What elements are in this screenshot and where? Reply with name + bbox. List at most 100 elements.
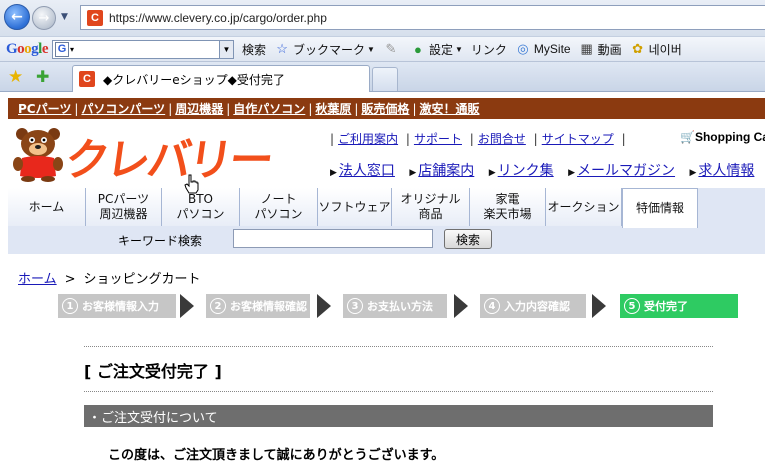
- main-nav-tabs: ホーム PCパーツ 周辺機器 BTO パソコン ノート パソコン ソフトウェア オリジ…: [8, 188, 698, 228]
- naver-icon: ✿: [632, 41, 644, 56]
- history-dropdown-icon[interactable]: ▼: [61, 12, 68, 22]
- tab-pc-parts[interactable]: PCパーツ 周辺機器: [86, 188, 162, 226]
- settings-menu[interactable]: ● 設定 ▼: [410, 41, 463, 58]
- triangle-right-icon: ▶: [488, 168, 496, 178]
- google-g-icon[interactable]: G: [55, 41, 70, 57]
- top-nav-akihabara[interactable]: 秋葉原: [315, 100, 351, 117]
- triangle-right-icon: ▶: [689, 168, 697, 178]
- step-4: 4 入力内容確認: [480, 294, 586, 318]
- url-text[interactable]: https://www.clevery.co.jp/cargo/order.ph…: [109, 11, 327, 25]
- tab-notebook-pc[interactable]: ノート パソコン: [240, 188, 318, 226]
- tab-original[interactable]: オリジナル 商品: [392, 188, 470, 226]
- info-links: ▶ 法人窓口 ▶ 店舗案内 ▶ リンク集 ▶ メールマガジン ▶ 求人情報: [330, 160, 764, 180]
- bookmark-menu[interactable]: ☆ ブックマーク ▼: [274, 41, 375, 58]
- top-nav-pc-parts2[interactable]: パソコンパーツ: [81, 100, 165, 117]
- tab-software[interactable]: ソフトウェア: [318, 188, 392, 226]
- link-guide[interactable]: ご利用案内: [338, 132, 398, 146]
- shopping-cart-link[interactable]: 🛒Shopping Ca: [680, 130, 765, 144]
- step-arrow-icon: [317, 294, 331, 318]
- keyword-search-input[interactable]: [233, 229, 433, 248]
- top-nav-custom-pc[interactable]: 自作パソコン: [233, 100, 305, 117]
- google-logo: Google: [6, 40, 49, 57]
- keyword-search-button[interactable]: 検索: [444, 229, 492, 249]
- triangle-right-icon: ▶: [409, 168, 417, 178]
- tab-home[interactable]: ホーム: [8, 188, 86, 226]
- engine-chevron-down-icon[interactable]: ▾: [70, 45, 74, 54]
- chevron-down-icon: ▼: [367, 44, 375, 54]
- step-arrow-icon: [180, 294, 194, 318]
- tab-auction[interactable]: オークション: [546, 188, 622, 226]
- breadcrumb-current: ショッピングカート: [83, 272, 201, 287]
- site-logo[interactable]: クレバリー: [8, 122, 278, 186]
- tab-bto-pc[interactable]: BTO パソコン: [162, 188, 240, 226]
- top-category-nav: PCパーツ | パソコンパーツ | 周辺機器 | 自作パソコン | 秋葉原 | 販売価格 |…: [8, 98, 765, 119]
- video-link[interactable]: ▦ 動画: [579, 41, 621, 58]
- new-tab-button[interactable]: [372, 67, 398, 91]
- checkout-steps: 1 お客様情報入力 2 お客様情報確認 3 お支払い方法 4 入力内容確認 5 受付完了: [58, 294, 738, 318]
- back-arrow-icon: ←: [11, 9, 23, 25]
- tab-strip: ★ ✚ C ◆クレバリーeショップ◆受付完了: [0, 62, 765, 92]
- divider: [84, 346, 713, 347]
- mysite-icon: ◎: [517, 41, 529, 56]
- link-corporate[interactable]: 法人窓口: [339, 163, 395, 179]
- back-button[interactable]: ←: [4, 4, 30, 30]
- google-search-button[interactable]: 検索: [242, 41, 266, 58]
- cart-icon: 🛒: [680, 130, 695, 144]
- mysite-link[interactable]: ◎ MySite: [515, 41, 570, 57]
- divider: [84, 391, 713, 392]
- favorites-star-icon[interactable]: ★: [8, 67, 23, 87]
- breadcrumb-separator: >: [64, 272, 76, 287]
- keyword-search-label: キーワード検索: [118, 234, 203, 248]
- triangle-right-icon: ▶: [568, 168, 576, 178]
- top-nav-bargain[interactable]: 激安！通販: [419, 100, 479, 117]
- link-support[interactable]: サポート: [414, 132, 462, 146]
- tab-title: ◆クレバリーeショップ◆受付完了: [103, 72, 285, 87]
- add-favorite-icon[interactable]: ✚: [36, 67, 49, 86]
- top-nav-peripherals[interactable]: 周辺機器: [175, 100, 223, 117]
- section-header: ・ご注文受付について: [84, 405, 713, 427]
- naver-link[interactable]: ✿ 네이버: [630, 41, 682, 58]
- logo-wordmark: クレバリー: [61, 135, 274, 186]
- tab-appliances[interactable]: 家電 楽天市場: [470, 188, 546, 226]
- link-mail-magazine[interactable]: メールマガジン: [577, 163, 675, 179]
- triangle-right-icon: ▶: [330, 168, 337, 178]
- chevron-down-icon: ▼: [454, 44, 463, 54]
- search-history-dropdown-icon[interactable]: ▼: [219, 40, 234, 58]
- film-icon: ▦: [580, 41, 593, 56]
- link-jobs[interactable]: 求人情報: [698, 163, 754, 179]
- page-title: [ ご注文受付完了 ]: [84, 362, 222, 381]
- star-outline-icon: ☆: [276, 41, 288, 56]
- step-1: 1 お客様情報入力: [58, 294, 176, 318]
- link-sitemap[interactable]: サイトマップ: [542, 132, 614, 146]
- forward-button[interactable]: →: [32, 6, 56, 30]
- link-contact[interactable]: お問合せ: [478, 132, 526, 146]
- address-bar-row: ← → ▼ C https://www.clevery.co.jp/cargo/…: [0, 0, 765, 36]
- step-5: 5 受付完了: [620, 294, 738, 318]
- step-2: 2 お客様情報確認: [206, 294, 310, 318]
- top-nav-price[interactable]: 販売価格: [361, 100, 409, 117]
- green-circle-icon: ●: [414, 41, 422, 57]
- step-3: 3 お支払い方法: [343, 294, 447, 318]
- active-tab[interactable]: C ◆クレバリーeショップ◆受付完了: [72, 65, 370, 92]
- forward-arrow-icon: →: [38, 10, 50, 26]
- breadcrumb: ホーム > ショッピングカート: [18, 268, 201, 287]
- links-label: リンク: [470, 42, 507, 57]
- top-nav-pc-parts[interactable]: PCパーツ: [18, 100, 71, 117]
- link-stores[interactable]: 店舗案内: [418, 163, 474, 179]
- address-field[interactable]: C https://www.clevery.co.jp/cargo/order.…: [80, 5, 765, 30]
- utility-links: | ご利用案内 | サポート | お問合せ | サイトマップ |: [330, 132, 626, 146]
- web-page: PCパーツ | パソコンパーツ | 周辺機器 | 自作パソコン | 秋葉原 | 販売価格 |…: [0, 92, 765, 474]
- tab-favicon-icon: C: [79, 71, 95, 87]
- pencil-tool-button[interactable]: ✎: [383, 41, 402, 57]
- google-toolbar: Google G ▾ ▼ 検索 ☆ ブックマーク ▼ ✎ ● 設定 ▼ リンク ◎ MySi…: [0, 36, 765, 62]
- step-arrow-icon: [454, 294, 468, 318]
- mascot-logo-icon: [13, 128, 63, 182]
- breadcrumb-home[interactable]: ホーム: [18, 272, 57, 287]
- link-links[interactable]: リンク集: [498, 163, 554, 179]
- tab-specials[interactable]: 特価情報: [622, 188, 698, 228]
- google-search-input[interactable]: G ▾ ▼: [52, 39, 235, 59]
- site-favicon-icon: C: [87, 9, 103, 26]
- pencil-icon: ✎: [385, 41, 397, 56]
- hand-cursor-icon: [184, 174, 199, 194]
- step-arrow-icon: [592, 294, 606, 318]
